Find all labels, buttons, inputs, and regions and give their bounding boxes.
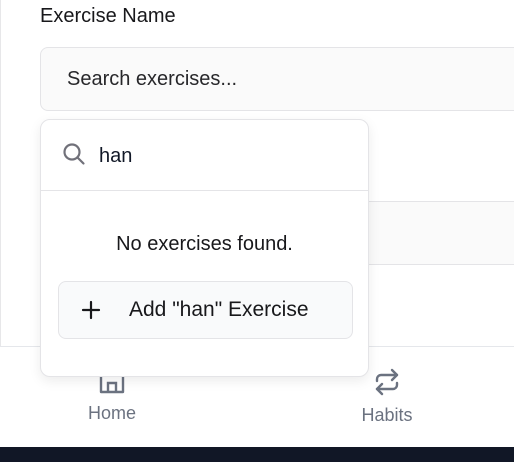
nav-label-habits: Habits — [361, 405, 413, 425]
exercise-search-input[interactable] — [99, 140, 339, 172]
plus-icon — [81, 300, 101, 320]
repeat-icon — [375, 368, 399, 396]
system-bar — [0, 447, 514, 462]
popover-search-row — [41, 120, 368, 191]
no-results-message: No exercises found. — [116, 233, 293, 255]
search-icon — [63, 143, 85, 165]
add-exercise-button[interactable]: Add "han" Exercise — [58, 281, 353, 339]
exercise-search-popover: No exercises found. Add "han" Exercise — [40, 119, 369, 377]
exercise-search-placeholder: Search exercises... — [67, 68, 238, 90]
add-exercise-label: Add "han" Exercise — [129, 298, 309, 321]
exercise-search-select[interactable]: Search exercises... — [40, 47, 514, 111]
nav-label-home: Home — [87, 403, 136, 423]
exercise-name-label: Exercise Name — [40, 5, 176, 27]
